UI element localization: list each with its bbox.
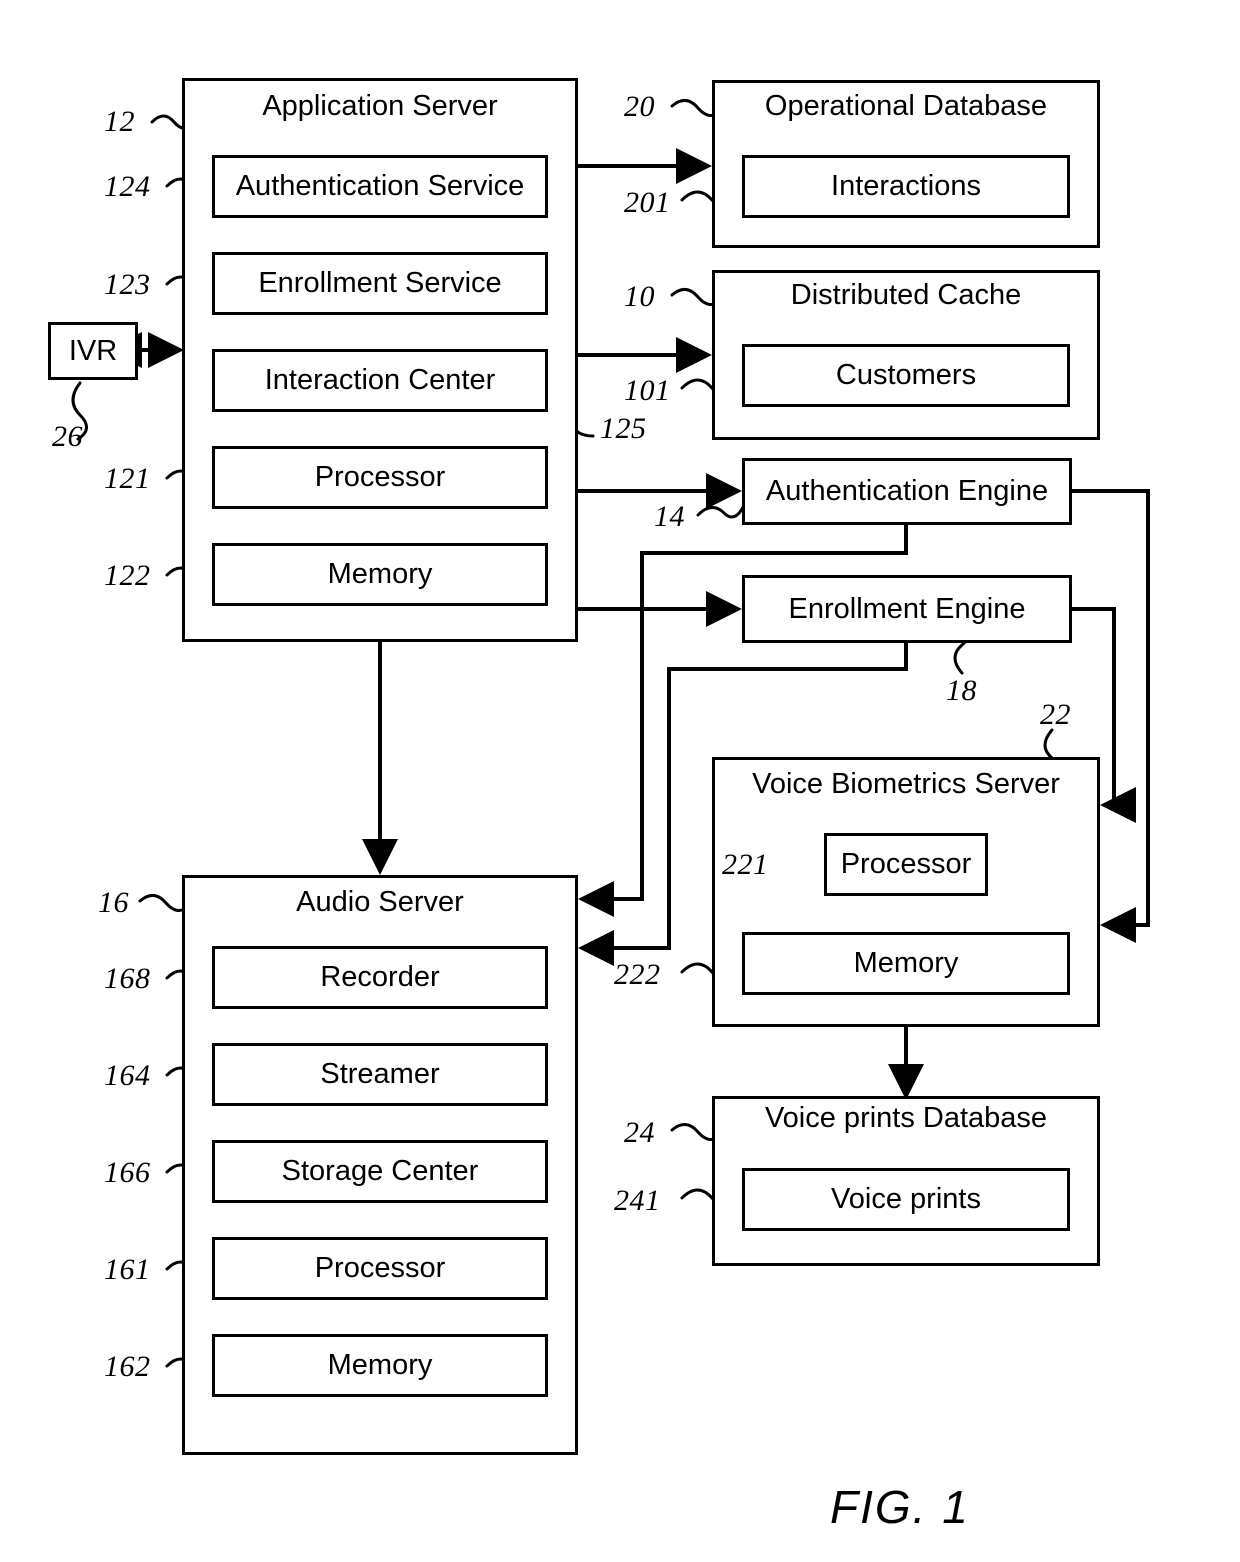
ref-authentication-engine: 14: [654, 500, 685, 533]
processor-audio-server-label: Processor: [314, 1252, 446, 1284]
enrollment-service-label: Enrollment Service: [258, 267, 502, 299]
component-storage-center[interactable]: Storage Center: [212, 1140, 548, 1203]
authentication-service-label: Authentication Service: [235, 170, 525, 202]
component-interaction-center[interactable]: Interaction Center: [212, 349, 548, 412]
ref-processor-application-server: 121: [104, 462, 151, 495]
ref-memory-application-server: 122: [104, 559, 151, 592]
ref-audio-server: 16: [98, 886, 129, 919]
voice-biometrics-server-title: Voice Biometrics Server: [752, 768, 1060, 800]
ref-voice-biometrics-server: 22: [1040, 698, 1071, 731]
ref-enrollment-engine: 18: [946, 674, 977, 707]
ref-application-server: 12: [104, 105, 135, 138]
enrollment-engine-label: Enrollment Engine: [788, 592, 1026, 625]
recorder-label: Recorder: [320, 961, 440, 993]
ref-memory-voice-biometrics-server: 222: [614, 958, 661, 991]
voice-prints-label: Voice prints: [831, 1183, 981, 1215]
node-authentication-engine[interactable]: Authentication Engine: [742, 458, 1072, 525]
component-memory-voice-biometrics-server[interactable]: Memory: [742, 932, 1070, 995]
ref-customers: 101: [624, 374, 671, 407]
component-memory-audio-server[interactable]: Memory: [212, 1334, 548, 1397]
patent-figure-1: IVR 26 Application Server 12 Authenticat…: [0, 0, 1240, 1562]
streamer-label: Streamer: [320, 1058, 440, 1090]
ivr-title: IVR: [68, 334, 118, 367]
component-memory-application-server[interactable]: Memory: [212, 543, 548, 606]
ref-enrollment-service: 123: [104, 268, 151, 301]
authentication-engine-label: Authentication Engine: [765, 475, 1049, 507]
customers-label: Customers: [835, 359, 977, 391]
component-customers[interactable]: Customers: [742, 344, 1070, 407]
component-processor-voice-biometrics-server[interactable]: Processor: [824, 833, 988, 896]
audio-server-title: Audio Server: [296, 886, 464, 918]
node-ivr[interactable]: IVR: [48, 322, 138, 380]
operational-database-title: Operational Database: [764, 90, 1048, 122]
memory-application-server-label: Memory: [327, 558, 433, 590]
component-processor-audio-server[interactable]: Processor: [212, 1237, 548, 1300]
ref-interactions: 201: [624, 186, 671, 219]
ref-recorder: 168: [104, 962, 151, 995]
ref-streamer: 164: [104, 1059, 151, 1092]
ref-processor-voice-biometrics-server: 221: [722, 848, 769, 881]
memory-voice-biometrics-server-label: Memory: [853, 947, 959, 979]
ref-voice-prints: 241: [614, 1184, 661, 1217]
component-enrollment-service[interactable]: Enrollment Service: [212, 252, 548, 315]
processor-application-server-label: Processor: [314, 461, 446, 493]
ref-interaction-center: 125: [600, 412, 647, 445]
interactions-label: Interactions: [831, 170, 981, 202]
component-recorder[interactable]: Recorder: [212, 946, 548, 1009]
voice-prints-database-title: Voice prints Database: [764, 1102, 1048, 1134]
processor-voice-biometrics-server-label: Processor: [840, 848, 972, 880]
component-interactions[interactable]: Interactions: [742, 155, 1070, 218]
storage-center-label: Storage Center: [281, 1155, 479, 1187]
distributed-cache-title: Distributed Cache: [790, 279, 1022, 311]
node-enrollment-engine[interactable]: Enrollment Engine: [742, 575, 1072, 643]
component-processor-application-server[interactable]: Processor: [212, 446, 548, 509]
application-server-title: Application Server: [262, 90, 498, 122]
ref-distributed-cache: 10: [624, 280, 655, 313]
component-streamer[interactable]: Streamer: [212, 1043, 548, 1106]
ref-authentication-service: 124: [104, 170, 151, 203]
memory-audio-server-label: Memory: [327, 1349, 433, 1381]
ref-storage-center: 166: [104, 1156, 151, 1189]
ref-memory-audio-server: 162: [104, 1350, 151, 1383]
figure-label: FIG. 1: [830, 1481, 970, 1533]
ref-operational-database: 20: [624, 90, 655, 123]
interaction-center-label: Interaction Center: [264, 364, 496, 396]
component-voice-prints[interactable]: Voice prints: [742, 1168, 1070, 1231]
ref-ivr: 26: [52, 420, 83, 453]
ref-voice-prints-database: 24: [624, 1116, 655, 1149]
ref-processor-audio-server: 161: [104, 1253, 151, 1286]
component-authentication-service[interactable]: Authentication Service: [212, 155, 548, 218]
